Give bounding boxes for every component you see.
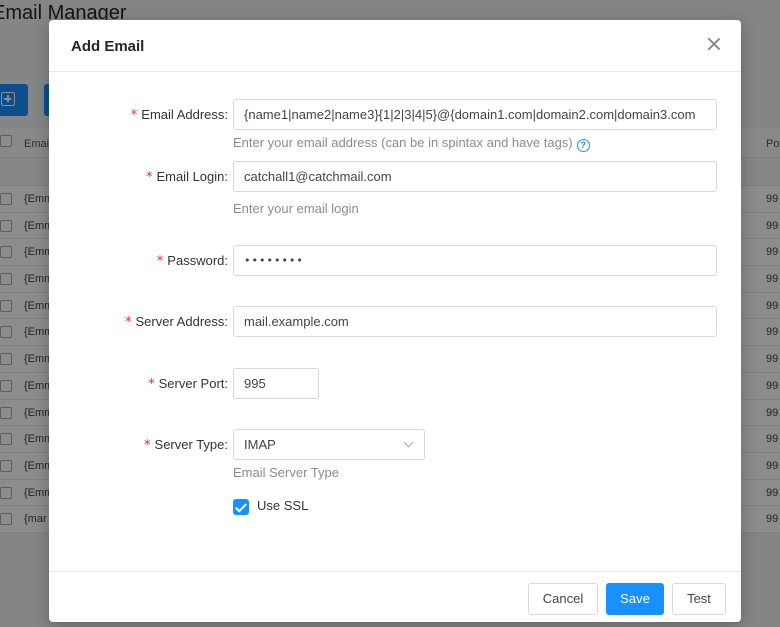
add-email-dialog: Add Email * Email Address: {name1|name2|n… <box>49 20 741 622</box>
dialog-header: Add Email <box>49 20 741 72</box>
server-address-input[interactable]: mail.example.com <box>233 306 717 337</box>
dialog-footer: Cancel Save Test <box>49 571 741 622</box>
cancel-button[interactable]: Cancel <box>528 583 598 615</box>
server-address-label: * Server Address: <box>125 314 228 330</box>
use-ssl-checkbox[interactable] <box>233 499 249 515</box>
server-type-help: Email Server Type <box>233 465 339 480</box>
email-address-label: * Email Address: <box>130 107 228 123</box>
server-port-input[interactable]: 995 <box>233 368 319 399</box>
close-icon[interactable] <box>707 37 721 51</box>
email-login-input[interactable]: catchall1@catchmail.com <box>233 161 717 192</box>
email-address-input[interactable]: {name1|name2|name3}{1|2|3|4|5}@{domain1.… <box>233 99 717 130</box>
question-circle-icon[interactable]: ? <box>576 139 590 152</box>
dialog-title: Add Email <box>71 38 145 55</box>
use-ssl-label[interactable]: Use SSL <box>257 498 308 513</box>
save-button[interactable]: Save <box>606 583 664 615</box>
email-login-help: Enter your email login <box>233 201 359 216</box>
server-type-select[interactable]: IMAP <box>233 429 425 460</box>
chevron-down-icon <box>403 437 414 448</box>
email-login-label: * Email Login: <box>145 169 228 185</box>
password-label: * Password: <box>156 253 228 269</box>
test-button[interactable]: Test <box>672 583 726 615</box>
password-input[interactable]: •••••••• <box>233 245 717 276</box>
server-port-label: * Server Port: <box>148 376 228 392</box>
server-type-label: * Server Type: <box>144 437 228 453</box>
email-address-help: Enter your email address (can be in spin… <box>233 135 590 152</box>
